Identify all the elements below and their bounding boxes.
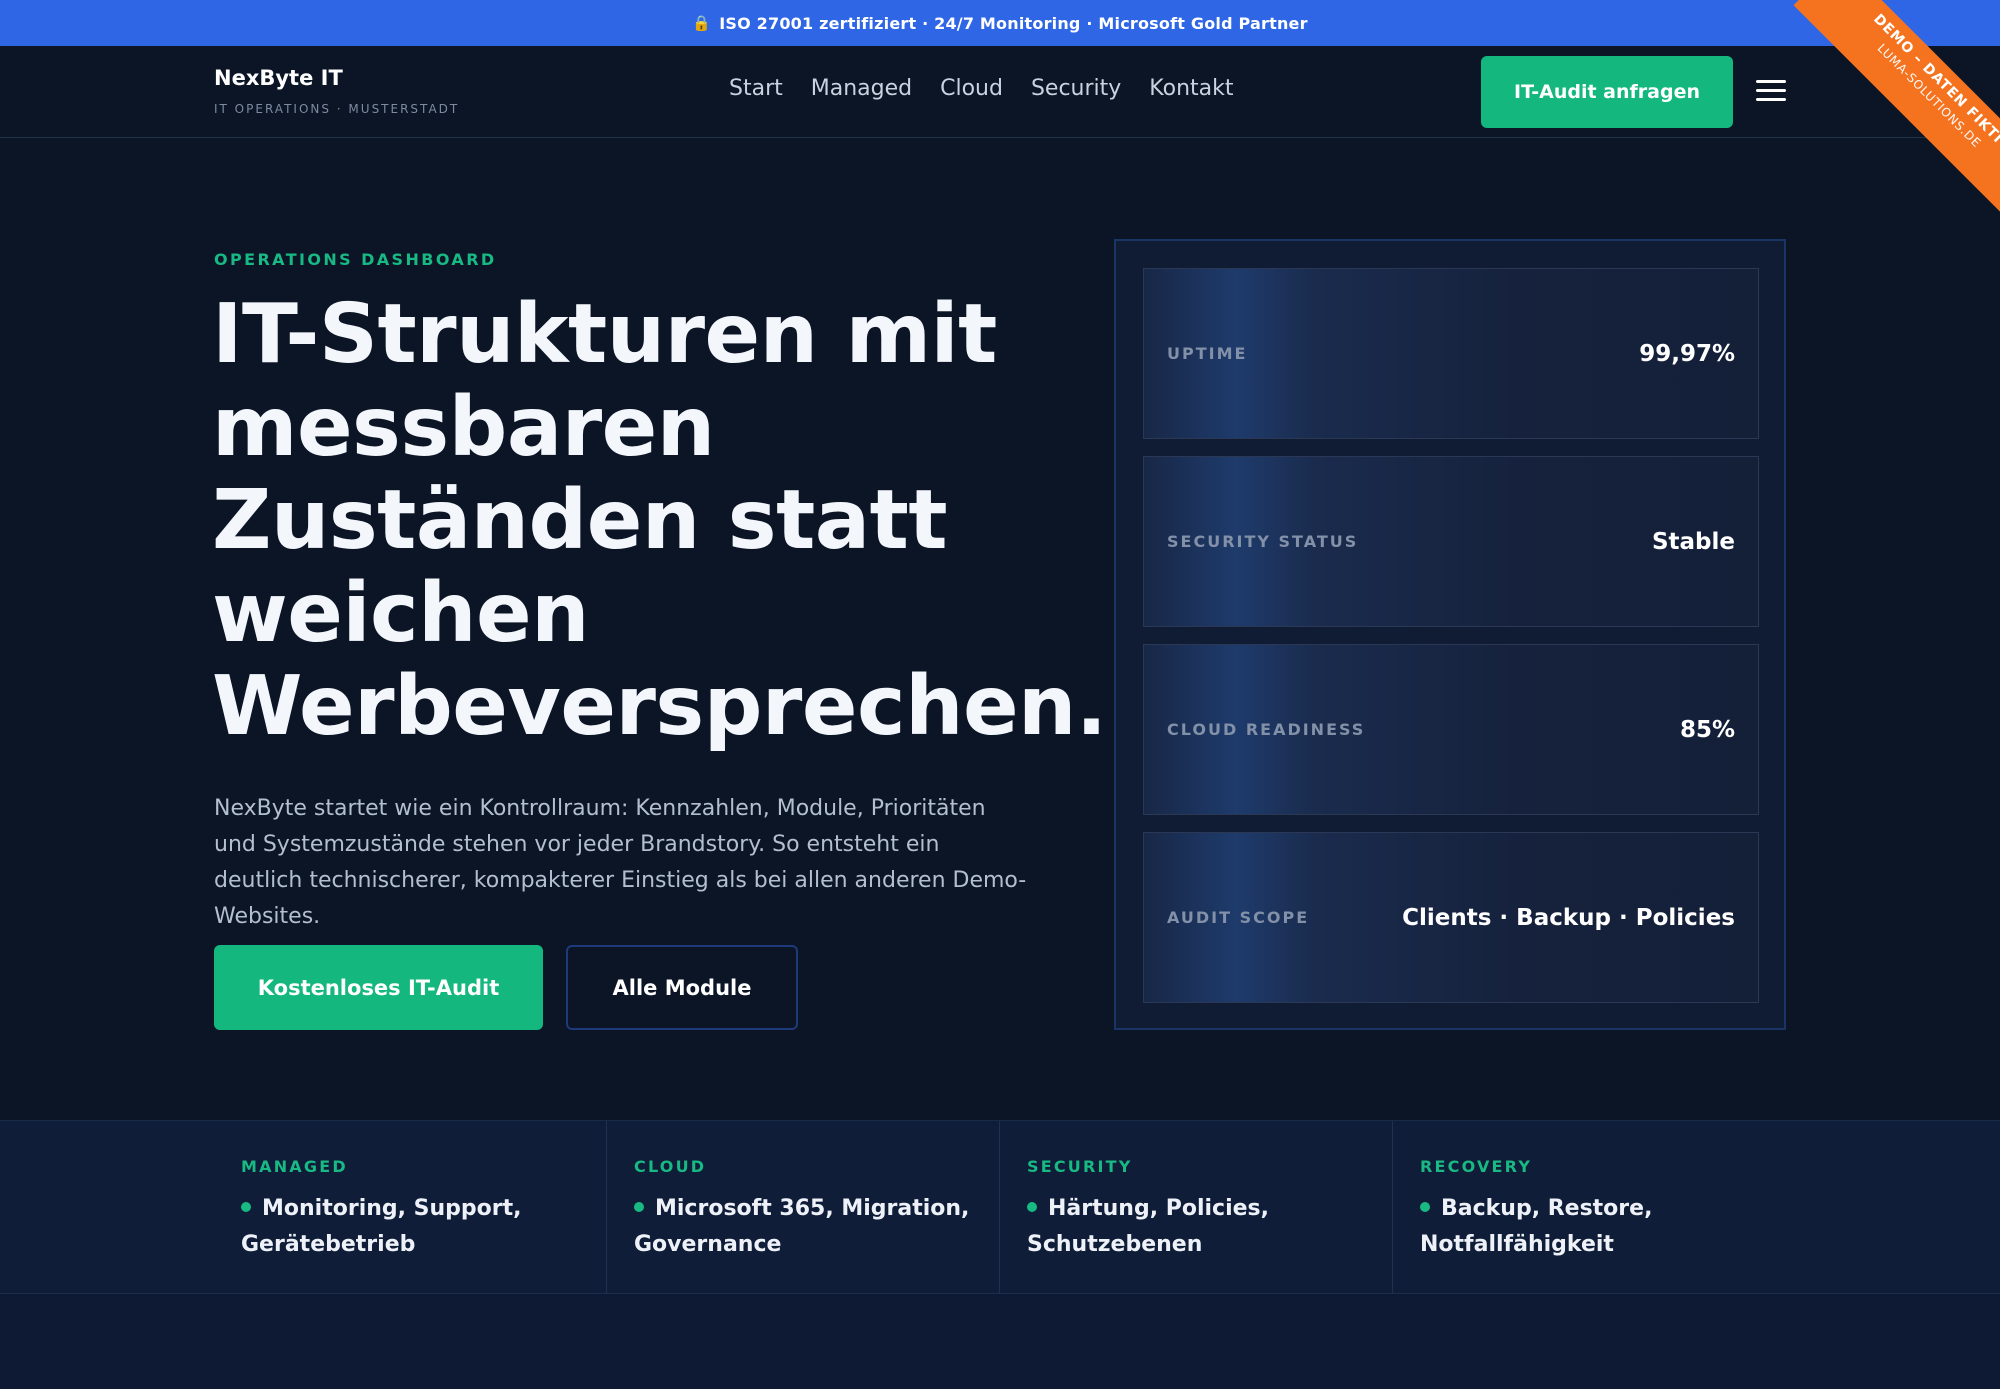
module-label: SECURITY	[1027, 1157, 1133, 1176]
module-label: CLOUD	[634, 1157, 707, 1176]
trust-bar-text: ISO 27001 zertifiziert · 24/7 Monitoring…	[719, 13, 1308, 33]
metric-cloud-readiness: CLOUD READINESS 85%	[1143, 644, 1759, 815]
bullet-dot-icon	[1420, 1202, 1430, 1212]
brand[interactable]: NexByte IT IT OPERATIONS · MUSTERSTADT	[214, 66, 459, 116]
module-description: Backup, Restore, Notfallfähigkeit	[1420, 1196, 1653, 1257]
module-recovery[interactable]: RECOVERY Backup, Restore, Notfallfähigke…	[1393, 1121, 1786, 1295]
status-panel: UPTIME 99,97% SECURITY STATUS Stable CLO…	[1114, 239, 1786, 1030]
metric-value: Clients · Backup · Policies	[1402, 904, 1735, 931]
hero-lead: NexByte startet wie ein Kontrollraum: Ke…	[214, 796, 1027, 929]
all-modules-button[interactable]: Alle Module	[566, 945, 798, 1030]
page: 🔒 ISO 27001 zertifiziert · 24/7 Monitori…	[0, 0, 2000, 1389]
metric-value: Stable	[1651, 528, 1735, 555]
free-audit-button[interactable]: Kostenloses IT-Audit	[214, 945, 543, 1030]
hero-eyebrow: OPERATIONS DASHBOARD	[214, 250, 497, 269]
bullet-dot-icon	[241, 1202, 251, 1212]
nav-item-managed[interactable]: Managed	[811, 76, 912, 101]
main-nav: Start Managed Cloud Security Kontakt	[729, 76, 1234, 101]
module-label: RECOVERY	[1420, 1157, 1533, 1176]
module-security[interactable]: SECURITY Härtung, Policies, Schutzebenen	[1000, 1121, 1393, 1295]
module-managed[interactable]: MANAGED Monitoring, Support, Gerätebetri…	[214, 1121, 607, 1295]
metric-security-status: SECURITY STATUS Stable	[1143, 456, 1759, 627]
brand-name: NexByte IT	[214, 66, 343, 90]
nav-item-cloud[interactable]: Cloud	[940, 76, 1003, 101]
page-bottom	[0, 1294, 2000, 1389]
nav-item-security[interactable]: Security	[1031, 76, 1121, 101]
nav-item-start[interactable]: Start	[729, 76, 783, 101]
hero-headline: IT-Strukturen mit messbaren Zuständen st…	[212, 287, 1107, 754]
metric-label: AUDIT SCOPE	[1167, 908, 1310, 927]
bullet-dot-icon	[1027, 1202, 1037, 1212]
module-cloud[interactable]: CLOUD Microsoft 365, Migration, Governan…	[607, 1121, 1000, 1295]
module-label: MANAGED	[241, 1157, 348, 1176]
nav-item-kontakt[interactable]: Kontakt	[1149, 76, 1233, 101]
trust-bar: 🔒 ISO 27001 zertifiziert · 24/7 Monitori…	[0, 0, 2000, 46]
module-description: Härtung, Policies, Schutzebenen	[1027, 1196, 1269, 1257]
metric-audit-scope: AUDIT SCOPE Clients · Backup · Policies	[1143, 832, 1759, 1003]
site-header: NexByte IT IT OPERATIONS · MUSTERSTADT S…	[0, 46, 2000, 138]
metric-value: 85%	[1679, 716, 1735, 743]
bullet-dot-icon	[634, 1202, 644, 1212]
hamburger-menu-icon[interactable]	[1756, 80, 1786, 104]
metric-label: SECURITY STATUS	[1167, 532, 1359, 551]
module-description: Microsoft 365, Migration, Governance	[634, 1196, 970, 1257]
metric-label: UPTIME	[1167, 344, 1248, 363]
module-description: Monitoring, Support, Gerätebetrieb	[241, 1196, 522, 1257]
metric-uptime: UPTIME 99,97%	[1143, 268, 1759, 439]
brand-subtitle: IT OPERATIONS · MUSTERSTADT	[214, 102, 460, 116]
lock-icon: 🔒	[692, 14, 712, 32]
metric-label: CLOUD READINESS	[1167, 720, 1366, 739]
metric-value: 99,97%	[1639, 340, 1735, 367]
it-audit-request-button[interactable]: IT-Audit anfragen	[1481, 56, 1733, 128]
modules-strip: MANAGED Monitoring, Support, Gerätebetri…	[0, 1120, 2000, 1295]
